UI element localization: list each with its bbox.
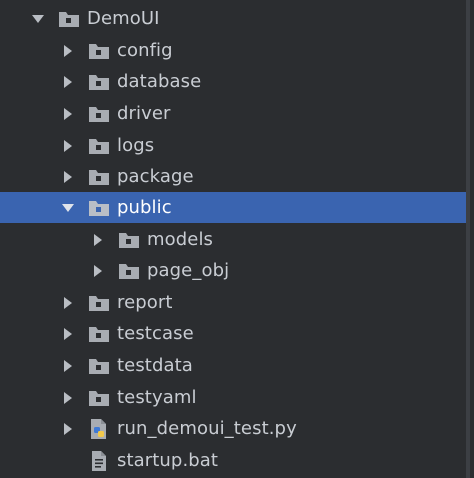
tree-node-public[interactable]: public — [0, 192, 470, 223]
tree-node-label: testyaml — [117, 387, 197, 408]
tree-node-testdata[interactable]: testdata — [0, 350, 470, 381]
folder-icon — [58, 9, 80, 29]
collapsed-arrow-icon[interactable] — [60, 74, 76, 90]
tree-node-label: run_demoui_test.py — [117, 418, 297, 439]
folder-icon — [88, 167, 110, 187]
python-file-icon — [88, 418, 110, 439]
tree-node-package[interactable]: package — [0, 161, 470, 192]
collapsed-arrow-icon[interactable] — [60, 326, 76, 342]
folder-icon — [118, 261, 140, 281]
collapsed-arrow-icon[interactable] — [60, 106, 76, 122]
tree-node-logs[interactable]: logs — [0, 130, 470, 161]
tree-node-label: driver — [117, 103, 171, 124]
folder-icon — [88, 41, 110, 61]
expanded-arrow-icon[interactable] — [30, 11, 46, 27]
folder-icon — [88, 136, 110, 156]
folder-icon — [88, 72, 110, 92]
collapsed-arrow-icon[interactable] — [60, 169, 76, 185]
tree-node-label: public — [117, 197, 172, 218]
tree-node-label: models — [147, 229, 214, 250]
tree-node-testcase[interactable]: testcase — [0, 318, 470, 349]
text-file-icon — [88, 450, 110, 471]
folder-icon — [88, 198, 110, 218]
tree-node-label: testcase — [117, 323, 194, 344]
tree-node-demoui[interactable]: DemoUI — [0, 3, 470, 34]
collapsed-arrow-icon[interactable] — [60, 295, 76, 311]
tree-node-run-demoui-test[interactable]: run_demoui_test.py — [0, 413, 470, 444]
tree-node-startup-bat[interactable]: startup.bat — [0, 445, 470, 476]
collapsed-arrow-icon[interactable] — [60, 43, 76, 59]
collapsed-arrow-icon[interactable] — [60, 390, 76, 406]
tree-node-page-obj[interactable]: page_obj — [0, 255, 470, 286]
folder-icon — [88, 293, 110, 313]
folder-icon — [88, 356, 110, 376]
tree-node-label: page_obj — [147, 260, 230, 281]
tree-node-label: config — [117, 40, 173, 61]
collapsed-arrow-icon[interactable] — [60, 421, 76, 437]
collapsed-arrow-icon[interactable] — [60, 138, 76, 154]
tree-node-label: testdata — [117, 355, 193, 376]
tree-node-label: report — [117, 292, 173, 313]
collapsed-arrow-icon[interactable] — [90, 263, 106, 279]
tree-node-report[interactable]: report — [0, 287, 470, 318]
panel-edge — [466, 0, 470, 478]
project-tree: DemoUI config database driver logs packa… — [0, 0, 470, 478]
expanded-arrow-icon[interactable] — [60, 200, 76, 216]
collapsed-arrow-icon[interactable] — [90, 232, 106, 248]
folder-icon — [118, 230, 140, 250]
tree-node-testyaml[interactable]: testyaml — [0, 382, 470, 413]
tree-node-driver[interactable]: driver — [0, 98, 470, 129]
tree-node-database[interactable]: database — [0, 66, 470, 97]
tree-node-label: database — [117, 71, 202, 92]
folder-icon — [88, 104, 110, 124]
tree-node-config[interactable]: config — [0, 35, 470, 66]
folder-icon — [88, 388, 110, 408]
tree-node-label: DemoUI — [87, 8, 160, 29]
tree-node-label: package — [117, 166, 194, 187]
collapsed-arrow-icon[interactable] — [60, 358, 76, 374]
tree-node-label: startup.bat — [117, 450, 219, 471]
tree-node-models[interactable]: models — [0, 224, 470, 255]
folder-icon — [88, 324, 110, 344]
tree-node-label: logs — [117, 135, 155, 156]
